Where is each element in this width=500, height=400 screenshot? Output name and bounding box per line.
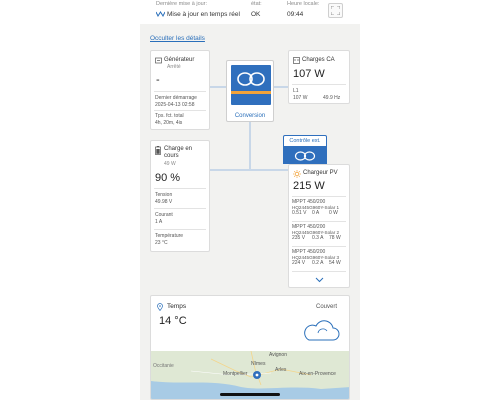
map-label: Avignon: [269, 352, 287, 358]
pv-title: Chargeur PV: [303, 170, 338, 176]
pv-charger-voltage: 0.51 V: [292, 210, 307, 216]
status-bar: Dernière mise à jour: Mise à jour en tem…: [140, 0, 360, 24]
ext-control-logo: [283, 147, 327, 164]
local-time-label: Heure locale:: [287, 1, 320, 7]
divider: [154, 208, 206, 209]
last-start-value: 2025-04-13 02:58: [155, 102, 195, 108]
divider: [292, 271, 346, 272]
victron-logo-mark: [294, 151, 316, 161]
battery-icon: [155, 146, 161, 155]
hide-details-link[interactable]: Occulter les détails: [150, 35, 205, 42]
pv-charger-current: 0.3 A: [312, 235, 324, 241]
ac-loads-card[interactable]: Charges CA 107 W L1 107 W 49.9 Hz: [288, 50, 350, 104]
pv-charger-current: 0.2 A: [312, 260, 324, 266]
converter-accent-band: [231, 91, 271, 94]
phone-screen: Dernière mise à jour: Mise à jour en tem…: [140, 0, 360, 400]
converter-label: Conversion: [234, 113, 266, 119]
divider: [154, 229, 206, 230]
divider: [154, 110, 206, 111]
ac-loads-title: Charges CA: [302, 57, 335, 63]
victron-logo: [231, 65, 271, 105]
ac-loads-icon: [293, 57, 300, 64]
location-pin-icon: [157, 303, 163, 311]
weather-card[interactable]: Temps 14 °C Couvert Avignon Nîmes Arles …: [150, 295, 350, 400]
map-label: Occitanie: [153, 363, 174, 369]
fullscreen-button[interactable]: [328, 3, 343, 18]
pv-charger-row: MPPT 450/200 HQ2445G960Y-Solar 3 224 V 0…: [292, 249, 349, 267]
cloud-icon: [304, 320, 340, 341]
converter-card[interactable]: Conversion: [226, 60, 274, 122]
generator-state: Arrêté: [167, 64, 181, 70]
pv-charger-card[interactable]: Chargeur PV 215 W MPPT 450/200 HQ2445G96…: [288, 164, 350, 288]
battery-temp-label: Température: [155, 233, 184, 239]
pv-charger-voltage: 235 V: [292, 235, 306, 241]
generator-icon: [155, 57, 162, 64]
weather-title: Temps: [167, 303, 187, 310]
pv-charger-row: MPPT 450/200 HQ2445G960Y-Solar 1 0.51 V …: [292, 199, 349, 217]
generator-title: Générateur: [164, 57, 195, 63]
battery-temp: 23 °C: [155, 240, 168, 246]
pv-charger-row: MPPT 450/200 HQ2445G960Y-Solar 2 235 V 0…: [292, 224, 349, 242]
map-label: Nîmes: [251, 361, 266, 367]
battery-voltage-label: Tension: [155, 192, 173, 198]
battery-voltage: 49.98 V: [155, 199, 173, 205]
divider: [292, 246, 346, 247]
pv-charger-voltage: 224 V: [292, 260, 306, 266]
divider: [292, 84, 346, 85]
pv-charger-power: 54 W: [329, 260, 341, 266]
state-value: OK: [251, 11, 261, 18]
generator-card[interactable]: Générateur Arrêté - Dernier démarrage 20…: [150, 50, 210, 130]
connector-converter-bus: [249, 122, 251, 170]
connector-generator-converter: [210, 86, 226, 88]
total-time-value: 4h, 20m, 4is: [155, 120, 183, 126]
local-time-value: 09:44: [287, 11, 304, 18]
ac-loads-value: 107 W: [293, 68, 325, 80]
divider: [154, 91, 206, 92]
battery-soc: 90 %: [155, 172, 181, 184]
battery-card[interactable]: Charge en cours 49 W 90 % Tension 49.98 …: [150, 140, 210, 252]
divider: [292, 221, 346, 222]
map-label: Arles: [275, 367, 287, 373]
battery-current-label: Courant: [155, 212, 173, 218]
pv-charger-power: 78 W: [329, 235, 341, 241]
state-label: état:: [251, 1, 262, 7]
last-update-label: Dernière mise à jour:: [156, 1, 208, 7]
chevron-down-icon[interactable]: [315, 277, 324, 283]
sun-icon: [293, 170, 301, 178]
battery-state: Charge en cours: [164, 146, 193, 159]
realtime-icon: [155, 11, 166, 19]
victron-logo-mark: [237, 72, 265, 86]
ext-control-tab[interactable]: Contrôle ext.: [283, 135, 327, 147]
last-update-value: Mise à jour en temps réel: [167, 11, 240, 18]
divider: [154, 188, 206, 189]
pv-charger-current: 0 A: [312, 210, 320, 216]
ac-phase-power: 107 W: [293, 95, 308, 101]
ac-phase-frequency: 49.9 Hz: [323, 95, 341, 101]
home-indicator[interactable]: [220, 393, 280, 396]
fullscreen-icon: [331, 6, 340, 15]
divider: [292, 196, 346, 197]
ac-phase-label: L1: [293, 88, 299, 94]
connector-converter-loads: [274, 86, 288, 88]
map-label: Montpellier: [223, 371, 248, 377]
battery-current: 1 A: [155, 219, 163, 225]
weather-condition: Couvert: [315, 304, 337, 310]
map-label: Aix-en-Provence: [299, 371, 336, 377]
last-start-label: Dernier démarrage: [155, 95, 197, 101]
total-time-label: Tps. fct. total: [155, 113, 184, 119]
battery-power: 49 W: [164, 161, 176, 167]
generator-value: -: [156, 74, 160, 86]
pv-charger-power: 0 W: [329, 210, 338, 216]
weather-temp: 14 °C: [159, 315, 187, 327]
connector-battery-pv: [210, 169, 288, 171]
pv-value: 215 W: [293, 180, 325, 192]
